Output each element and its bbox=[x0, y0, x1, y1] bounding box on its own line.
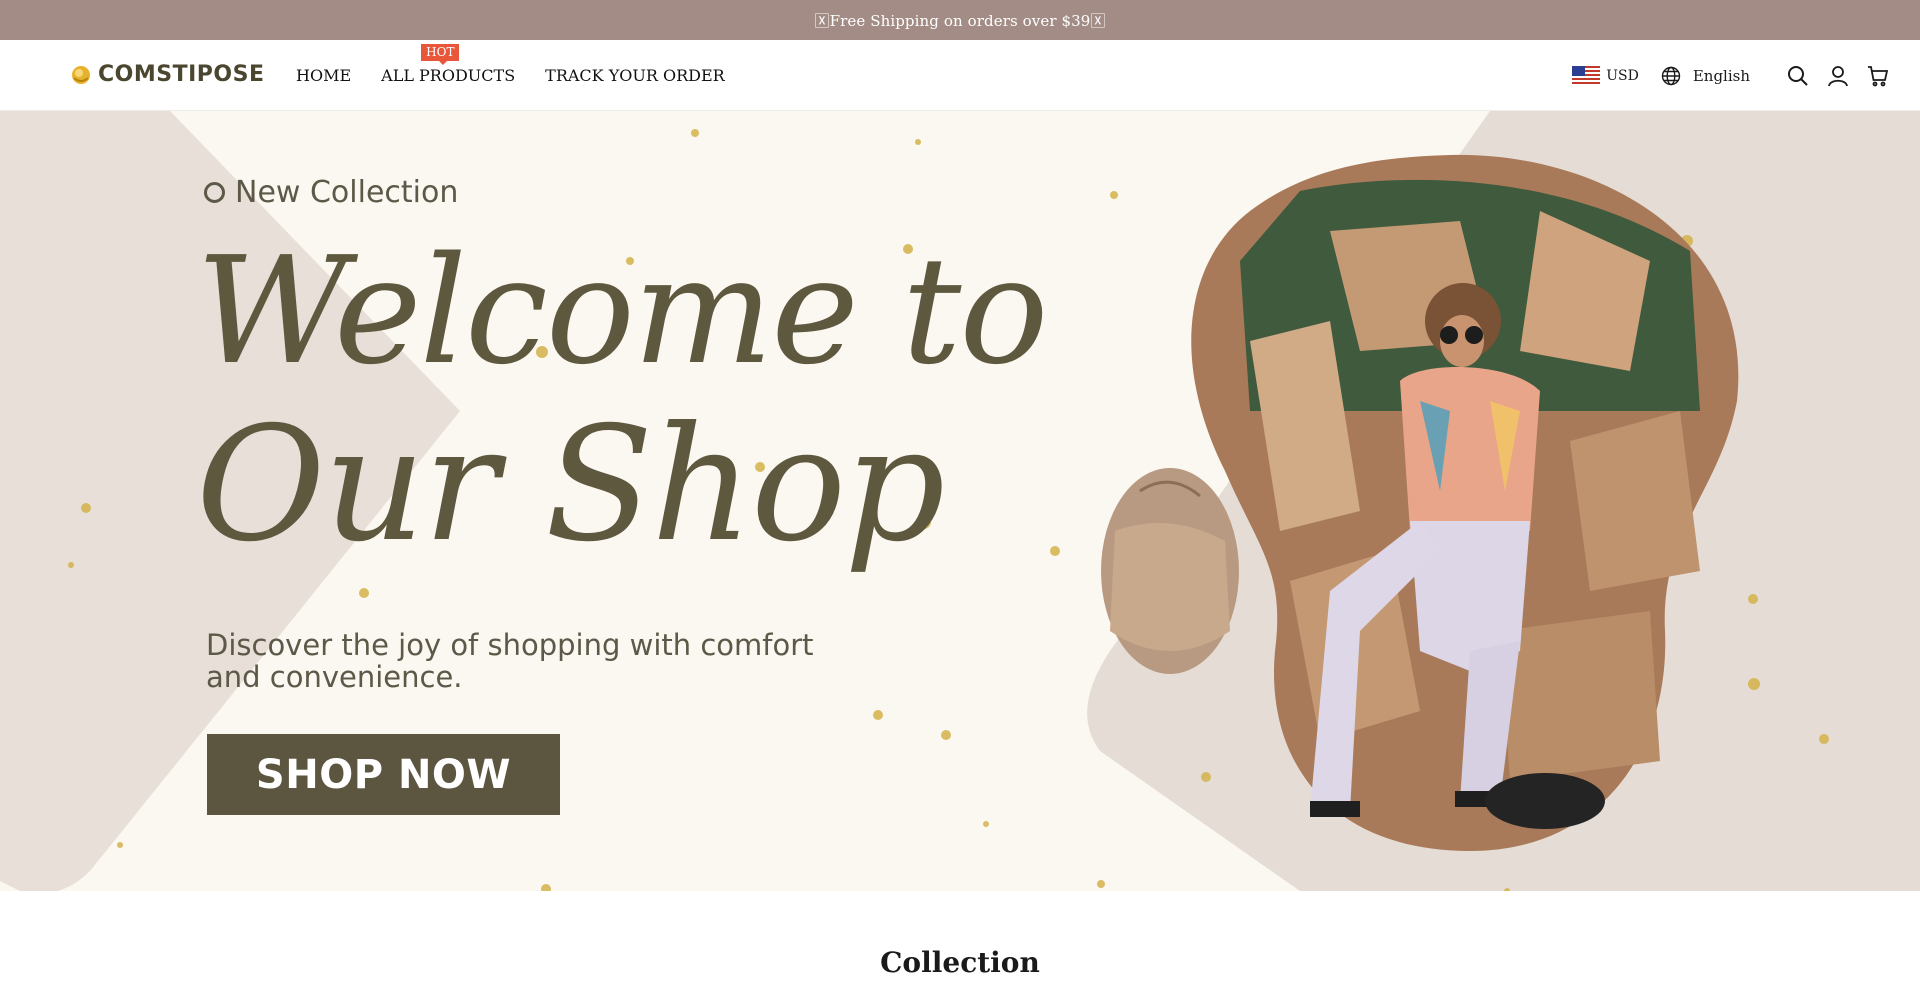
currency-selector[interactable]: USD bbox=[1572, 66, 1639, 86]
circle-icon bbox=[204, 182, 225, 203]
brand-name: COMSTIPOSE bbox=[98, 62, 265, 87]
nav-all-products-label: ALL PRODUCTS bbox=[381, 66, 516, 85]
currency-label: USD bbox=[1606, 68, 1639, 84]
language-label: English bbox=[1692, 67, 1750, 85]
site-header: COMSTIPOSE HOME ALL PRODUCTS HOT TRACK Y… bbox=[0, 40, 1920, 111]
collection-heading: Collection bbox=[880, 946, 1040, 979]
globe-icon bbox=[1661, 66, 1681, 86]
nav-home[interactable]: HOME bbox=[296, 66, 351, 85]
language-selector[interactable]: English bbox=[1661, 66, 1750, 86]
header-actions: USD English bbox=[1572, 62, 1890, 90]
cart-icon[interactable] bbox=[1866, 64, 1890, 88]
hero-eyebrow: New Collection bbox=[204, 175, 458, 210]
hero-headline-line1: Welcome to bbox=[196, 225, 1049, 397]
announcement-text: 🅇Free Shipping on orders over $39🅇 bbox=[814, 11, 1106, 30]
nav-track-order[interactable]: TRACK YOUR ORDER bbox=[545, 66, 725, 85]
announcement-bar: 🅇Free Shipping on orders over $39🅇 bbox=[0, 0, 1920, 40]
logo-icon bbox=[72, 65, 90, 84]
hero-banner: New Collection Welcome to Our Shop Disco… bbox=[0, 111, 1920, 891]
shop-now-button[interactable]: SHOP NOW bbox=[207, 734, 560, 815]
hero-subtitle: Discover the joy of shopping with comfor… bbox=[206, 628, 814, 694]
brand-logo[interactable]: COMSTIPOSE bbox=[70, 62, 264, 87]
nav-all-products[interactable]: ALL PRODUCTS HOT bbox=[381, 44, 516, 85]
search-icon[interactable] bbox=[1786, 64, 1810, 88]
small-photo-blob bbox=[1101, 468, 1239, 674]
main-nav: HOME ALL PRODUCTS HOT TRACK YOUR ORDER bbox=[296, 44, 755, 85]
hot-badge: HOT bbox=[421, 44, 460, 65]
us-flag-icon bbox=[1572, 66, 1601, 86]
account-icon[interactable] bbox=[1826, 64, 1850, 88]
eyebrow-text: New Collection bbox=[235, 175, 459, 210]
hero-headline-line2: Our Shop bbox=[196, 393, 945, 577]
